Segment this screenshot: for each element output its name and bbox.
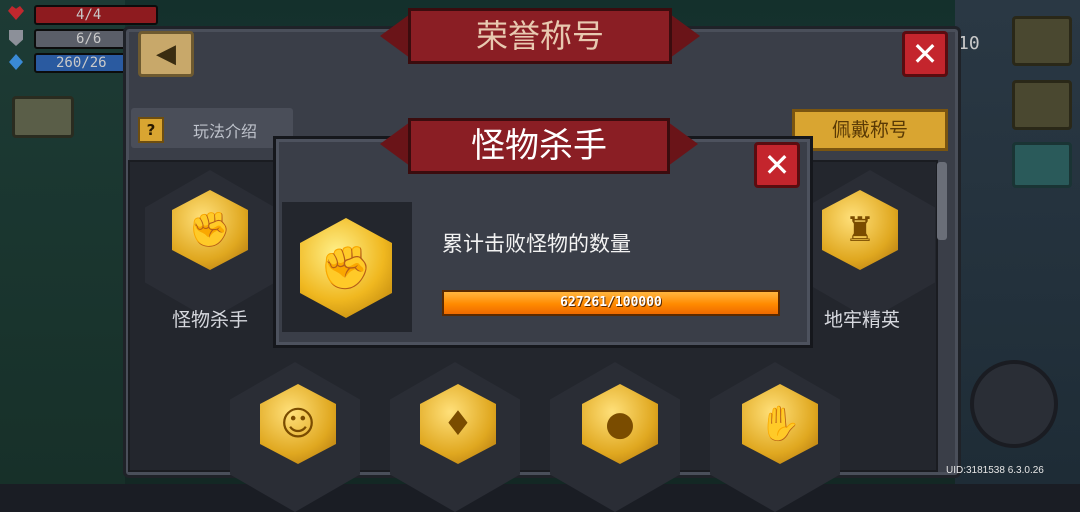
back-arrow-icon: ◀ (156, 39, 176, 69)
pause-button[interactable] (1012, 16, 1072, 66)
close-icon: ✕ (911, 35, 939, 73)
close-icon: ✕ (763, 146, 791, 184)
hp-bar: 4/4 (34, 5, 158, 25)
hp-text: 4/4 (76, 7, 102, 23)
back-button[interactable]: ◀ (138, 31, 194, 77)
armor-text: 6/6 (76, 31, 102, 47)
panel-close-button[interactable]: ✕ (902, 31, 948, 77)
equip-title-button[interactable]: 佩戴称号 (792, 109, 948, 151)
howto-button[interactable]: ? 玩法介绍 (131, 108, 293, 148)
energy-text: 260/26 (56, 55, 107, 71)
modal-title: 怪物杀手 (408, 118, 670, 174)
badge-label-monster-killer: 怪物杀手 (171, 309, 248, 331)
modal-description: 累计击败怪物的数量 (442, 232, 631, 256)
banner-tail-right (670, 14, 700, 58)
modal-banner-tail-right (668, 122, 698, 166)
coin-count: 10 (958, 33, 980, 54)
shop-button[interactable] (1012, 142, 1072, 188)
badge-label-dungeon-elite: 地牢精英 (823, 309, 900, 331)
panel-title: 荣誉称号 (408, 8, 672, 64)
modal-banner-tail-left (380, 122, 410, 166)
question-icon: ? (138, 117, 164, 143)
kill-progress-text: 627261/100000 (560, 295, 662, 310)
modal-close-button[interactable]: ✕ (754, 142, 800, 188)
attack-button[interactable] (970, 360, 1058, 448)
badge-grid-scrollbar[interactable] (937, 162, 947, 240)
helmet-icon[interactable] (12, 96, 74, 138)
swap-button[interactable] (1012, 80, 1072, 130)
kill-progress-bar: 627261/100000 (442, 290, 780, 316)
uid-version-text: UID:3181538 6.3.0.26 (946, 465, 1044, 476)
banner-tail-left (380, 14, 410, 58)
howto-label: 玩法介绍 (193, 122, 258, 141)
